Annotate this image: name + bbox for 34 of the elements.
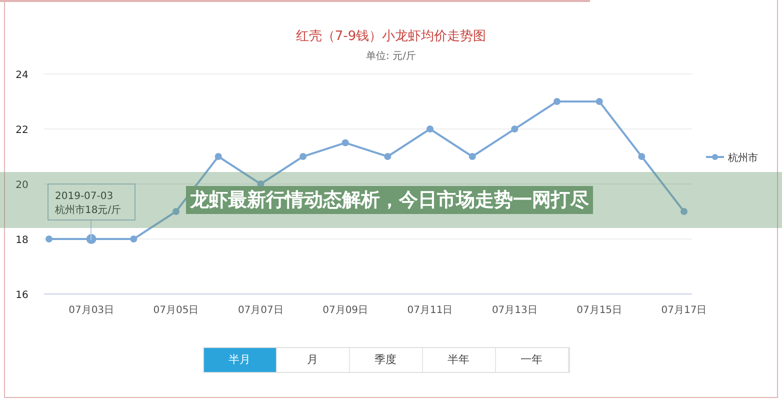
data-point xyxy=(214,153,222,160)
data-point xyxy=(680,208,688,215)
x-axis-label: 07月07日 xyxy=(238,305,284,316)
data-point xyxy=(638,153,646,160)
y-axis-label: 16 xyxy=(16,290,28,301)
chart-subtitle: 单位: 元/斤 xyxy=(366,50,416,64)
data-point xyxy=(468,153,476,160)
data-point xyxy=(46,236,52,242)
y-axis-label: 18 xyxy=(16,235,28,246)
x-axis-label: 07月03日 xyxy=(68,305,114,316)
chart-title: 红壳（7-9钱）小龙虾均价走势图 xyxy=(296,28,486,46)
data-point xyxy=(342,139,349,146)
legend-item: 杭州市 xyxy=(706,153,758,164)
x-axis-label: 07月11日 xyxy=(407,305,453,316)
data-point xyxy=(426,126,434,132)
x-axis-label: 07月09日 xyxy=(322,305,368,316)
y-axis-label: 24 xyxy=(16,70,28,81)
data-point xyxy=(384,153,392,160)
y-axis-label: 22 xyxy=(16,125,28,136)
x-axis-label: 07月17日 xyxy=(661,305,707,316)
data-point xyxy=(172,208,180,215)
y-axis-label: 20 xyxy=(16,180,28,191)
data-point xyxy=(554,98,560,105)
data-point xyxy=(511,126,518,132)
x-axis-label: 07月05日 xyxy=(153,305,199,316)
legend-label: 杭州市 xyxy=(727,152,758,164)
tooltip: 2019-07-03 杭州市18元/斤 xyxy=(48,184,136,220)
data-point xyxy=(86,234,96,244)
data-point xyxy=(130,236,138,242)
data-point xyxy=(596,98,603,105)
x-axis-label: 07月15日 xyxy=(576,305,622,316)
headline-text: 龙虾最新行情动态解析，今日市场走势一网打尽 xyxy=(186,186,593,214)
x-axis-label: 07月13日 xyxy=(492,305,538,316)
data-point xyxy=(300,153,306,160)
